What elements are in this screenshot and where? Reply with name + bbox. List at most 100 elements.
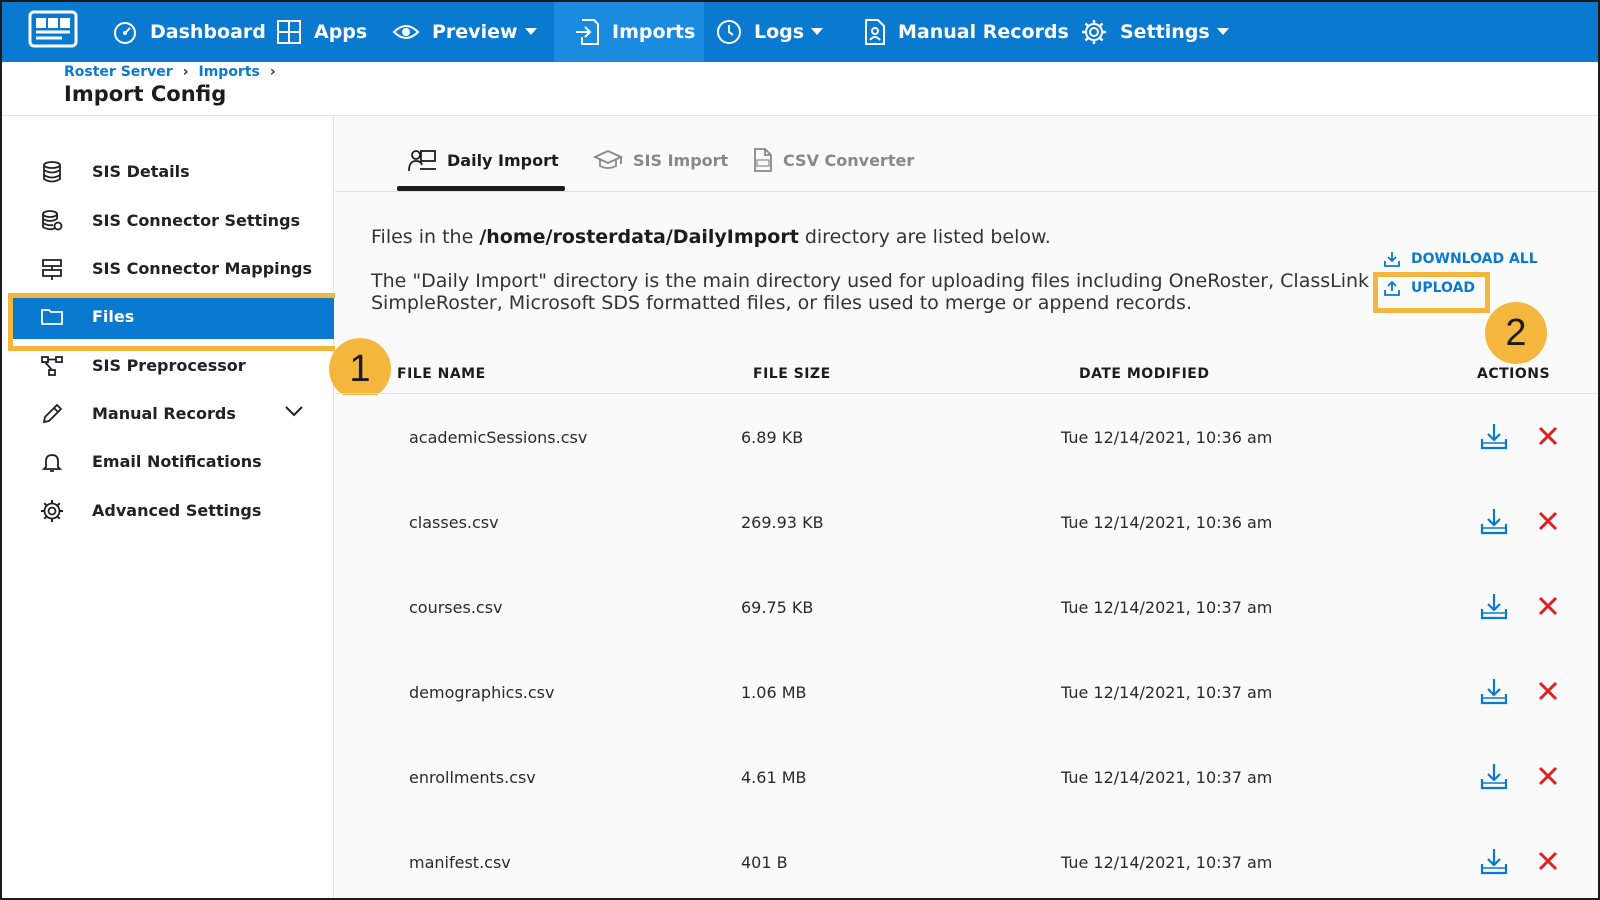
- sidebar-item-label: SIS Preprocessor: [92, 355, 246, 375]
- table-row: demographics.csv 1.06 MB Tue 12/14/2021, 1…: [335, 650, 1598, 736]
- download-file-icon[interactable]: [1479, 846, 1509, 876]
- nav-dashboard[interactable]: Dashboard: [112, 2, 266, 62]
- tab-bar: Daily Import SIS Import CSV Converter: [335, 116, 1598, 192]
- delete-file-icon[interactable]: [1537, 765, 1559, 787]
- sidebar-item-label: Manual Records: [92, 403, 236, 423]
- sidebar-item-advanced-settings[interactable]: Advanced Settings: [12, 487, 334, 533]
- column-header-date-modified[interactable]: DATE MODIFIED: [1079, 366, 1209, 382]
- file-size-cell: 69.75 KB: [741, 598, 814, 617]
- column-header-actions: ACTIONS: [1477, 366, 1551, 382]
- nav-logs[interactable]: Logs: [716, 2, 824, 62]
- date-modified-cell: Tue 12/14/2021, 10:37 am: [1061, 768, 1273, 787]
- nav-label: Imports: [612, 21, 696, 43]
- caret-down-icon: [524, 28, 537, 35]
- download-file-icon[interactable]: [1479, 506, 1509, 536]
- caret-down-icon: [811, 28, 824, 35]
- intro-suffix: directory are listed below.: [798, 226, 1051, 248]
- app-logo[interactable]: [26, 8, 82, 52]
- upload-label: UPLOAD: [1411, 280, 1476, 296]
- file-name-cell: courses.csv: [409, 598, 503, 617]
- delete-file-icon[interactable]: [1537, 510, 1559, 532]
- delete-file-icon[interactable]: [1537, 595, 1559, 617]
- sidebar: SIS Details SIS Connector Settings SIS C…: [2, 116, 334, 898]
- active-tab-indicator: [397, 186, 565, 191]
- breadcrumb-roster-server[interactable]: Roster Server: [64, 64, 173, 80]
- table-header: FILE NAME FILE SIZE DATE MODIFIED ACTION…: [335, 352, 1598, 394]
- sidebar-item-sis-details[interactable]: SIS Details: [12, 148, 334, 194]
- nav-label: Apps: [314, 21, 368, 43]
- table-row: manifest.csv 401 B Tue 12/14/2021, 10:37 a…: [335, 820, 1598, 898]
- chevron-right-icon: ›: [269, 64, 276, 80]
- bell-icon: [41, 454, 63, 472]
- sidebar-item-sis-connector-mappings[interactable]: SIS Connector Mappings: [12, 245, 334, 291]
- file-name-cell: academicSessions.csv: [409, 428, 588, 447]
- intro-prefix: Files in the: [371, 226, 480, 248]
- delete-file-icon[interactable]: [1537, 425, 1559, 447]
- delete-file-icon[interactable]: [1537, 850, 1559, 872]
- table-row: academicSessions.csv 6.89 KB Tue 12/14/202…: [335, 395, 1598, 481]
- nav-settings[interactable]: Settings: [1080, 2, 1230, 62]
- upload-button[interactable]: UPLOAD: [1383, 279, 1475, 297]
- csv-file-icon: [754, 148, 772, 172]
- pencil-icon: [42, 403, 63, 424]
- download-file-icon[interactable]: [1479, 421, 1509, 451]
- file-name-cell: enrollments.csv: [409, 768, 536, 787]
- dashboard-icon: [114, 22, 136, 44]
- sidebar-item-label: SIS Connector Mappings: [92, 258, 312, 278]
- delete-file-icon[interactable]: [1537, 680, 1559, 702]
- caret-down-icon: [1216, 28, 1229, 35]
- download-file-icon[interactable]: [1479, 676, 1509, 706]
- nav-label: Logs: [754, 21, 805, 43]
- download-file-icon[interactable]: [1479, 761, 1509, 791]
- breadcrumb: Roster Server › Imports ›: [64, 64, 286, 80]
- tab-csv-converter[interactable]: CSV Converter: [753, 144, 914, 176]
- nav-manual-records[interactable]: Manual Records: [864, 2, 1069, 62]
- sidebar-item-sis-connector-settings[interactable]: SIS Connector Settings: [12, 197, 334, 243]
- nav-preview[interactable]: Preview: [392, 2, 538, 62]
- person-document-icon: [865, 19, 885, 45]
- chevron-right-icon: ›: [182, 64, 189, 80]
- column-header-file-name[interactable]: FILE NAME: [397, 366, 486, 382]
- app-window: Dashboard Apps Preview Imports Logs Manu…: [0, 0, 1600, 900]
- date-modified-cell: Tue 12/14/2021, 10:37 am: [1061, 683, 1273, 702]
- date-modified-cell: Tue 12/14/2021, 10:37 am: [1061, 598, 1273, 617]
- sidebar-item-files[interactable]: Files: [12, 293, 334, 339]
- table-row: courses.csv 69.75 KB Tue 12/14/2021, 10:37…: [335, 565, 1598, 651]
- tab-label: SIS Import: [633, 150, 729, 170]
- breadcrumb-imports[interactable]: Imports: [199, 64, 260, 80]
- column-header-file-size[interactable]: FILE SIZE: [753, 366, 831, 382]
- download-icon: [1384, 252, 1400, 267]
- directory-path: /home/rosterdata/DailyImport: [479, 226, 799, 248]
- nav-label: Manual Records: [898, 21, 1069, 43]
- tab-daily-import[interactable]: Daily Import: [407, 144, 559, 176]
- tab-label: Daily Import: [447, 150, 559, 170]
- nav-label: Dashboard: [150, 21, 266, 43]
- file-size-cell: 6.89 KB: [741, 428, 804, 447]
- sidebar-item-label: Email Notifications: [92, 451, 262, 471]
- nav-apps[interactable]: Apps: [276, 2, 367, 62]
- download-file-icon[interactable]: [1479, 591, 1509, 621]
- tab-label: CSV Converter: [783, 150, 915, 170]
- tab-sis-import[interactable]: SIS Import: [593, 144, 728, 176]
- nav-imports[interactable]: Imports: [554, 2, 704, 62]
- file-size-cell: 1.06 MB: [741, 683, 807, 702]
- eye-icon: [392, 25, 420, 39]
- download-all-button[interactable]: DOWNLOAD ALL: [1383, 250, 1538, 268]
- gear-icon: [1082, 20, 1106, 44]
- sidebar-item-sis-preprocessor[interactable]: SIS Preprocessor: [12, 342, 334, 388]
- person-computer-icon: [408, 150, 436, 172]
- directory-intro: Files in the /home/rosterdata/DailyImpor…: [371, 226, 1051, 248]
- database-gear-icon: [42, 210, 63, 231]
- file-size-cell: 4.61 MB: [741, 768, 807, 787]
- sidebar-item-label: SIS Connector Settings: [92, 210, 301, 230]
- sidebar-item-manual-records[interactable]: Manual Records: [12, 390, 334, 436]
- download-all-label: DOWNLOAD ALL: [1411, 251, 1538, 267]
- import-icon: [576, 19, 599, 45]
- file-size-cell: 269.93 KB: [741, 513, 824, 532]
- sidebar-item-email-notifications[interactable]: Email Notifications: [12, 438, 334, 484]
- chevron-down-icon[interactable]: [284, 404, 304, 418]
- database-icon: [43, 161, 61, 183]
- flow-icon: [41, 356, 63, 376]
- file-name-cell: classes.csv: [409, 513, 499, 532]
- date-modified-cell: Tue 12/14/2021, 10:36 am: [1061, 513, 1273, 532]
